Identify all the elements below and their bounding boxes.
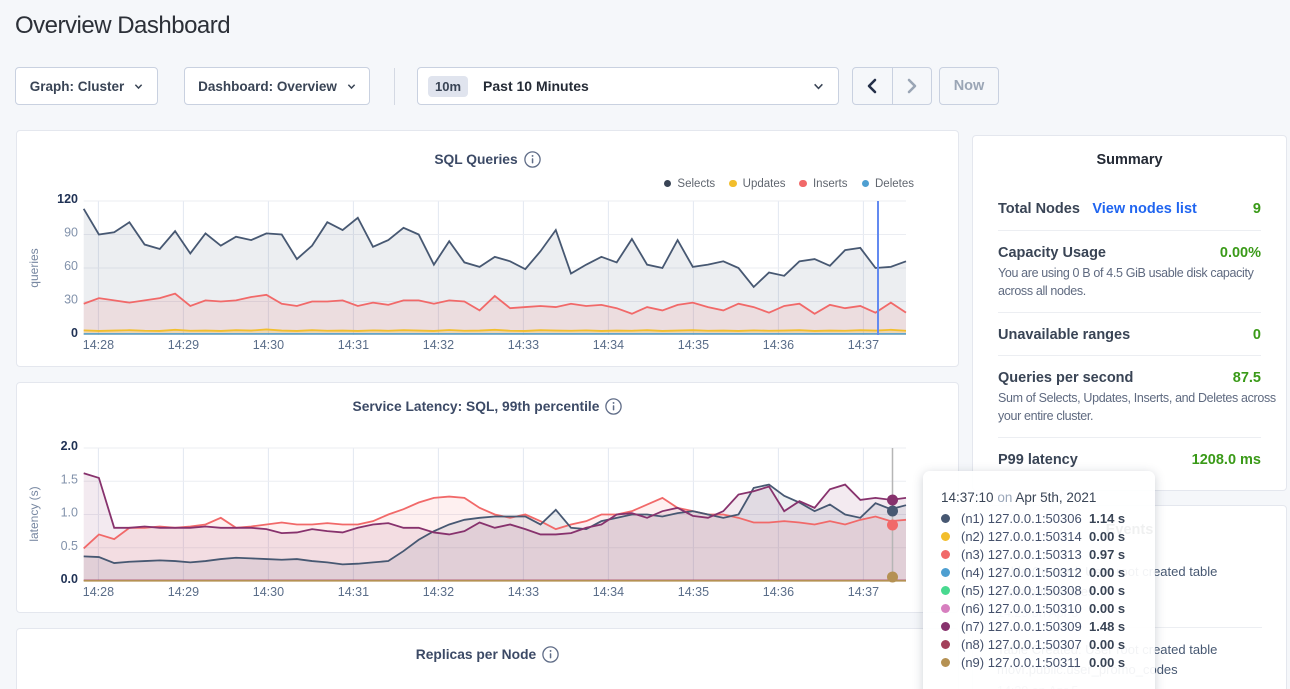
svg-text:14:35: 14:35 <box>678 338 709 352</box>
svg-text:14:30: 14:30 <box>253 585 284 599</box>
svg-text:14:32: 14:32 <box>423 585 454 599</box>
svg-text:30: 30 <box>64 293 78 307</box>
svg-text:1.0: 1.0 <box>61 506 78 520</box>
svg-text:1.5: 1.5 <box>61 472 78 486</box>
svg-text:14:34: 14:34 <box>593 585 624 599</box>
svg-text:latency (s): latency (s) <box>27 486 41 541</box>
svg-text:14:33: 14:33 <box>508 585 539 599</box>
svg-text:14:33: 14:33 <box>508 338 539 352</box>
svg-text:14:29: 14:29 <box>168 585 199 599</box>
svg-text:14:32: 14:32 <box>423 338 454 352</box>
svg-text:14:28: 14:28 <box>83 585 114 599</box>
svg-text:0.0: 0.0 <box>61 572 78 586</box>
svg-text:14:31: 14:31 <box>338 338 369 352</box>
svg-text:14:36: 14:36 <box>763 338 794 352</box>
svg-text:14:30: 14:30 <box>253 338 284 352</box>
svg-text:14:31: 14:31 <box>338 585 369 599</box>
svg-text:14:35: 14:35 <box>678 585 709 599</box>
svg-text:120: 120 <box>57 192 78 206</box>
svg-text:90: 90 <box>64 226 78 240</box>
svg-text:0: 0 <box>71 326 78 340</box>
svg-text:queries: queries <box>27 248 41 287</box>
svg-text:14:37: 14:37 <box>848 338 879 352</box>
svg-text:14:36: 14:36 <box>763 585 794 599</box>
svg-text:14:34: 14:34 <box>593 338 624 352</box>
svg-text:60: 60 <box>64 259 78 273</box>
svg-text:0.5: 0.5 <box>61 539 78 553</box>
svg-text:14:29: 14:29 <box>168 338 199 352</box>
svg-text:2.0: 2.0 <box>61 439 78 453</box>
svg-text:14:37: 14:37 <box>848 585 879 599</box>
svg-text:14:28: 14:28 <box>83 338 114 352</box>
